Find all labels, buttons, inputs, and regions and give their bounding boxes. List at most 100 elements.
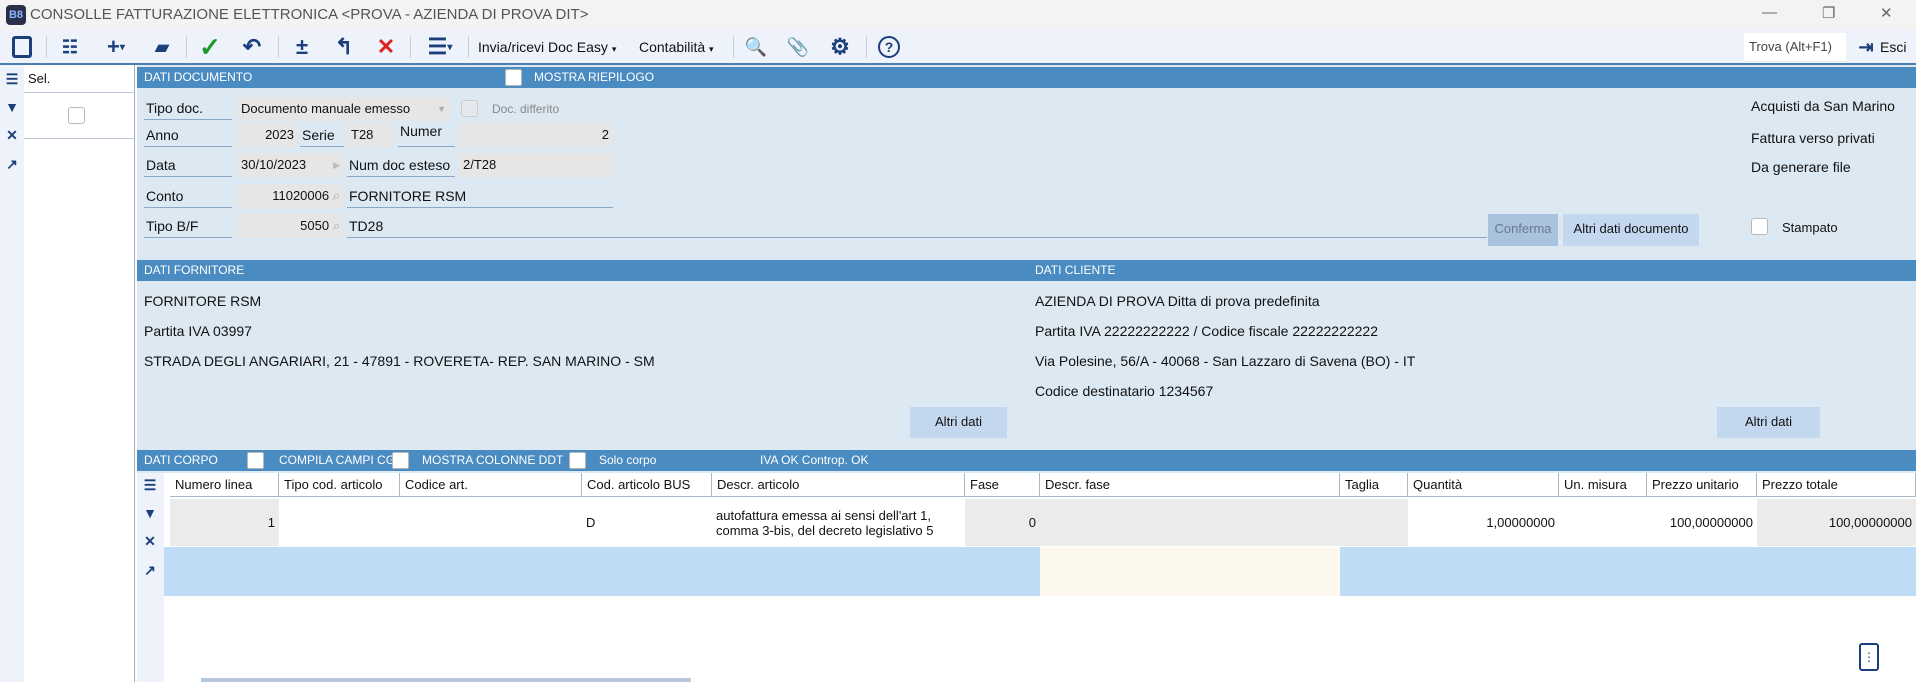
clear-filter-icon[interactable]: ✕ (142, 533, 158, 551)
search-icon[interactable]: ⌕ (333, 218, 340, 233)
delete-row-icon[interactable]: ✕ (372, 33, 400, 61)
invia-ricevi-menu[interactable]: Invia/ricevi Doc Easy ▾ (478, 39, 616, 55)
table-cell[interactable] (1040, 499, 1340, 546)
flag-acquisti-san-marino: Acquisti da San Marino (1751, 98, 1895, 114)
altri-dati-documento-button[interactable]: Altri dati documento (1563, 214, 1699, 246)
conferma-button[interactable]: Conferma (1488, 214, 1558, 246)
stampato-checkbox[interactable] (1751, 218, 1768, 235)
open-folder-icon[interactable]: ▰ (148, 33, 176, 61)
column-list-icon[interactable]: ⋮ (1859, 643, 1879, 671)
column-header[interactable]: Numero linea (170, 473, 279, 497)
horizontal-scrollbar[interactable] (201, 678, 691, 682)
undo-icon[interactable]: ↶ (238, 33, 266, 61)
column-header[interactable]: Codice art. (400, 473, 582, 497)
table-cell[interactable]: 1 (170, 499, 279, 546)
cliente-address: Via Polesine, 56/A - 40068 - San Lazzaro… (1035, 353, 1416, 369)
exit-button[interactable]: Esci (1880, 39, 1906, 55)
column-header[interactable]: Un. misura (1559, 473, 1647, 497)
toggle-panel-icon[interactable] (8, 33, 36, 61)
serie-field[interactable]: T28 (347, 123, 393, 147)
compila-campi-cg-checkbox[interactable] (392, 452, 409, 469)
list-icon[interactable]: ☰ (142, 477, 158, 495)
attachment-icon[interactable]: 📎 (784, 33, 812, 61)
stampato-label: Stampato (1782, 220, 1838, 235)
num-doc-esteso-field[interactable]: 2/T28 (459, 153, 613, 177)
search-input[interactable]: Trova (Alt+F1) (1744, 33, 1846, 61)
table-cell[interactable]: 0 (965, 499, 1040, 546)
restore-button[interactable]: ❐ (1822, 4, 1835, 22)
numero-field[interactable]: 2 (459, 123, 613, 147)
column-header[interactable]: Quantità (1408, 473, 1559, 497)
document-search-icon[interactable]: 🔍 (742, 33, 770, 61)
column-header[interactable]: Descr. fase (1040, 473, 1340, 497)
table-cell[interactable] (279, 499, 400, 546)
column-header[interactable]: Tipo cod. articolo (279, 473, 400, 497)
minimize-button[interactable]: — (1762, 4, 1777, 21)
cliente-name: AZIENDA DI PROVA Ditta di prova predefin… (1035, 293, 1320, 309)
app-logo: B8 (6, 5, 26, 25)
mostra-colonne-ddt-checkbox[interactable] (569, 452, 586, 469)
filter-icon[interactable]: ▼ (4, 99, 20, 117)
mostra-colonne-ddt-label: MOSTRA COLONNE DDT (422, 453, 564, 467)
altri-dati-cliente-button[interactable]: Altri dati (1717, 407, 1820, 438)
anno-field[interactable]: 2023 (237, 123, 298, 147)
doc-differito-checkbox[interactable] (461, 100, 478, 117)
help-icon[interactable]: ? (875, 33, 903, 61)
menu-icon[interactable]: ☰ ▾ (420, 33, 460, 61)
column-header[interactable]: Taglia (1340, 473, 1408, 497)
tipo-bf-field[interactable]: 5050 ⌕ (237, 214, 344, 238)
undo-row-icon[interactable]: ↰ (330, 33, 358, 61)
table-cell[interactable] (1559, 499, 1647, 546)
clear-filter-icon[interactable]: ✕ (4, 127, 20, 145)
list-icon[interactable]: ☰ (4, 71, 20, 89)
table-cell[interactable] (400, 499, 582, 546)
window-title: CONSOLLE FATTURAZIONE ELETTRONICA <PROVA… (30, 6, 589, 23)
chart-icon[interactable]: ↗ (4, 156, 20, 174)
insert-row-icon[interactable]: ± (288, 33, 316, 61)
flag-fattura-verso-privati: Fattura verso privati (1751, 130, 1875, 146)
altri-dati-fornitore-button[interactable]: Altri dati (910, 407, 1007, 438)
serie-label: Serie (300, 125, 344, 147)
add-icon[interactable]: + ▾ (98, 33, 134, 61)
exit-icon[interactable]: ⇥ (1854, 33, 1878, 61)
settings-gears-icon[interactable]: ⚙ (826, 33, 854, 61)
new-row-descr-fase-cell[interactable] (1040, 547, 1340, 596)
mostra-riepilogo-label: MOSTRA RIEPILOGO (534, 70, 655, 84)
table-cell[interactable] (1340, 499, 1408, 546)
mostra-riepilogo-checkbox[interactable] (505, 69, 522, 86)
table-cell[interactable]: 100,00000000 (1647, 499, 1757, 546)
date-arrow-icon[interactable]: ▶ (333, 153, 340, 177)
table-cell[interactable]: 100,00000000 (1757, 499, 1916, 546)
righe-table: ☰ ▼ ✕ ↗ ⋮ Numero linea Tipo cod. articolo… (137, 473, 1916, 682)
filter-icon[interactable]: ▼ (142, 505, 158, 523)
dati-documento-header: DATI DOCUMENTO MOSTRA RIEPILOGO (137, 67, 1916, 88)
cliente-piva: Partita IVA 22222222222 / Codice fiscale… (1035, 323, 1378, 339)
confirm-check-icon[interactable]: ✓ (196, 32, 224, 62)
conto-description: FORNITORE RSM (347, 186, 613, 208)
table-cell[interactable]: autofattura emessa ai sensi dell'art 1, … (712, 499, 965, 546)
dati-fornitore-title: DATI FORNITORE (144, 263, 245, 277)
column-header[interactable]: Cod. articolo BUS (582, 473, 712, 497)
tipo-doc-select[interactable]: Documento manuale emesso ▼ (237, 97, 450, 121)
search-icon[interactable]: ⌕ (333, 188, 340, 203)
iva-status: IVA OK Controp. OK (760, 453, 869, 467)
doc-differito-label: Doc. differito (492, 102, 560, 116)
conto-field[interactable]: 11020006 ⌕ (237, 184, 344, 208)
fornitore-address: STRADA DEGLI ANGARIARI, 21 - 47891 - ROV… (144, 353, 655, 369)
data-field[interactable]: 30/10/2023 ▶ (237, 153, 344, 177)
new-list-icon[interactable]: ☷ (56, 33, 84, 61)
dati-corpo-checkbox[interactable] (247, 452, 264, 469)
column-header[interactable]: Fase (965, 473, 1040, 497)
close-button[interactable]: ✕ (1880, 4, 1893, 22)
contabilita-menu[interactable]: Contabilità ▾ (639, 39, 714, 55)
column-header[interactable]: Descr. articolo (712, 473, 965, 497)
column-header[interactable]: Prezzo totale (1757, 473, 1916, 497)
title-bar: B8 CONSOLLE FATTURAZIONE ELETTRONICA <PR… (0, 0, 1916, 30)
tipo-bf-value: 5050 (300, 218, 330, 233)
column-header[interactable]: Prezzo unitario (1647, 473, 1757, 497)
tipo-doc-label: Tipo doc. (144, 98, 232, 120)
row-select-checkbox[interactable] (68, 107, 85, 124)
table-cell[interactable]: D (582, 499, 712, 546)
chart-icon[interactable]: ↗ (142, 562, 158, 580)
table-cell[interactable]: 1,00000000 (1408, 499, 1559, 546)
